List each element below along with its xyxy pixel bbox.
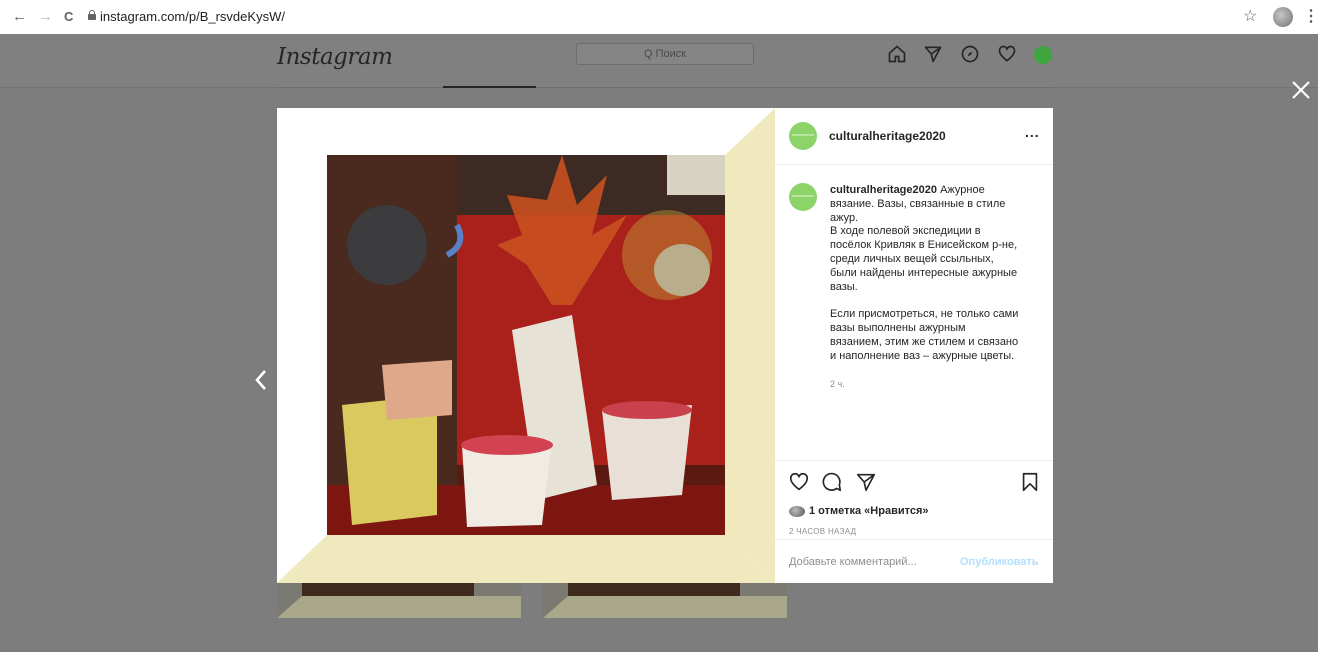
close-icon[interactable]: [1290, 79, 1312, 101]
likes-text[interactable]: 1 отметка «Нравится»: [809, 505, 929, 517]
like-heart-icon[interactable]: [788, 471, 810, 493]
author-username[interactable]: culturalheritage2020: [829, 129, 946, 143]
post-media[interactable]: [277, 108, 775, 583]
save-bookmark-icon[interactable]: [1019, 471, 1041, 493]
post-actions: 1 отметка «Нравится» 2 ЧАСОВ НАЗАД Добав…: [775, 460, 1053, 584]
caption-line: вязанием, этим же стилем и связано: [830, 335, 1019, 348]
search-input[interactable]: Q Поиск: [576, 43, 754, 65]
profile-avatar[interactable]: [1273, 7, 1293, 27]
tab-active-indicator: [443, 86, 536, 88]
comment-form: Добавьте комментарий... Опубликовать: [775, 539, 1053, 584]
comment-input[interactable]: Добавьте комментарий...: [789, 556, 917, 568]
caption-line: В ходе полевой экспедиции в: [830, 225, 981, 238]
caption-timestamp: 2 ч.: [830, 379, 845, 389]
profile-tabs-divider: [277, 87, 1053, 88]
publish-button[interactable]: Опубликовать: [960, 556, 1039, 568]
caption-line: ажур.: [830, 211, 859, 224]
back-icon[interactable]: ←: [12, 9, 27, 25]
address-bar[interactable]: instagram.com/p/B_rsvdeKysW/: [100, 9, 285, 24]
liker-avatar: [789, 505, 805, 517]
post-header: culturalheritage2020 ...: [775, 108, 1053, 165]
caption-username[interactable]: culturalheritage2020: [830, 184, 937, 196]
direct-icon[interactable]: [923, 44, 943, 64]
share-icon[interactable]: [855, 471, 877, 493]
caption-line: и наполнение ваз – ажурные цветы.: [830, 349, 1015, 362]
nav-profile-avatar[interactable]: [1034, 46, 1052, 64]
caption-line: вязание. Вазы, связанные в стиле: [830, 197, 1006, 210]
likes-count[interactable]: 1 отметка «Нравится»: [789, 505, 929, 517]
grid-thumbnail[interactable]: [277, 582, 521, 618]
caption-line: посёлок Кривляк в Енисейском р-не,: [830, 239, 1018, 252]
caption-line: среди личных вещей ссыльных,: [830, 252, 994, 265]
caption-line: Если присмотреться, не только сами: [830, 308, 1019, 321]
post-details: culturalheritage2020 ... culturalheritag…: [775, 108, 1053, 583]
caption-avatar[interactable]: [789, 183, 817, 211]
post-caption: culturalheritage2020 Ажурное вязание. Ва…: [830, 184, 1035, 364]
instagram-logo: Instagram: [277, 44, 393, 70]
caption-line: были найдены интересные ажурные: [830, 266, 1018, 279]
reload-icon[interactable]: C: [64, 9, 73, 25]
lock-icon: [88, 10, 96, 20]
vases-photo: [327, 155, 725, 535]
previous-post-icon[interactable]: [254, 369, 268, 391]
caption-line: вазы выполнены ажурным: [830, 322, 966, 335]
forward-icon[interactable]: →: [38, 9, 53, 25]
grid-thumbnail[interactable]: [543, 582, 787, 618]
author-avatar[interactable]: [789, 122, 817, 150]
browser-menu-icon[interactable]: ⋮: [1303, 9, 1318, 25]
home-icon[interactable]: [887, 44, 907, 64]
caption-line: Ажурное: [940, 184, 985, 196]
browser-toolbar: ← → C instagram.com/p/B_rsvdeKysW/ ☆ ⋮: [0, 0, 1318, 34]
bookmark-star-icon[interactable]: ☆: [1243, 9, 1257, 25]
post-timestamp: 2 ЧАСОВ НАЗАД: [789, 527, 857, 536]
instagram-header: Instagram Q Поиск: [0, 34, 1318, 88]
activity-heart-icon[interactable]: [997, 44, 1017, 64]
more-options-icon[interactable]: ...: [1025, 124, 1040, 140]
caption-line: вазы.: [830, 280, 858, 293]
explore-icon[interactable]: [960, 44, 980, 64]
comment-icon[interactable]: [821, 471, 843, 493]
